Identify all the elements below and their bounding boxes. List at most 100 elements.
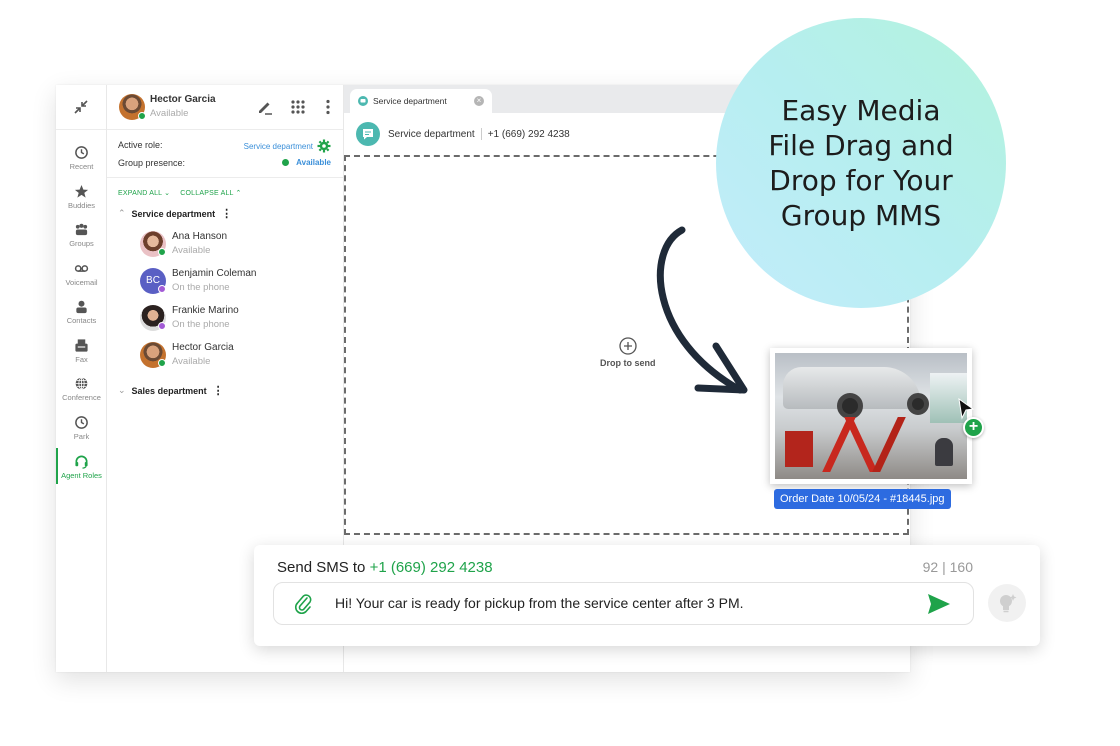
on-phone-status-icon: [158, 322, 166, 330]
lightbulb-sparkle-icon: [1000, 594, 1017, 613]
available-status-dot: [158, 248, 166, 256]
contact-name: Frankie Marino: [172, 305, 239, 316]
history-icon: [75, 146, 88, 159]
globe-icon: [75, 377, 88, 390]
sms-phone: +1 (669) 292 4238: [369, 559, 493, 576]
presence-dot: [282, 159, 290, 166]
promo-text: Easy Media File Drag and Drop for Your G…: [761, 93, 961, 233]
sms-composer: Send SMS to +1 (669) 292 4238 92 | 160 H…: [254, 545, 1040, 646]
message-text[interactable]: Hi! Your car is ready for pickup from th…: [335, 595, 744, 611]
rail-item-agent-roles[interactable]: Agent Roles: [56, 448, 107, 484]
group-name: Sales department: [131, 385, 207, 396]
rail-item-conference[interactable]: Conference: [56, 376, 107, 402]
rail-label: Agent Roles: [61, 471, 102, 480]
user-header: Hector Garcia Available: [107, 85, 343, 130]
contact-name: Ana Hanson: [172, 231, 228, 242]
conversation-phone: +1 (669) 292 4238: [487, 128, 570, 140]
group-more-icon[interactable]: ⋮: [221, 207, 232, 220]
rail-item-fax[interactable]: Fax: [56, 338, 107, 364]
groups-icon: [75, 223, 88, 236]
group-more-icon[interactable]: ⋮: [213, 384, 224, 397]
minimize-icon: [74, 100, 88, 114]
equipment-shape: [785, 431, 813, 467]
group-service-department[interactable]: ⌃ Service department ⋮: [118, 207, 232, 220]
rail-label: Voicemail: [65, 278, 98, 287]
active-role-selector[interactable]: Service department: [244, 139, 331, 153]
voicemail-icon: [74, 265, 89, 272]
rail-item-groups[interactable]: Groups: [56, 222, 107, 248]
more-vertical-icon[interactable]: [319, 98, 337, 116]
rail-item-recent[interactable]: Recent: [56, 145, 107, 171]
curved-arrow-icon: [656, 226, 748, 394]
character-count: 92 | 160: [922, 559, 973, 575]
collapse-all-label: COLLAPSE ALL: [180, 190, 234, 197]
tab-service-department[interactable]: Service department ×: [350, 89, 492, 113]
rail-label: Conference: [62, 393, 101, 402]
message-input[interactable]: Hi! Your car is ready for pickup from th…: [273, 582, 974, 625]
close-tab-icon[interactable]: ×: [474, 96, 484, 106]
contact-icon: [76, 300, 87, 314]
active-role-value[interactable]: Service department: [244, 142, 313, 151]
contact-item[interactable]: Frankie Marino On the phone: [140, 303, 330, 335]
contact-name: Benjamin Coleman: [172, 268, 257, 279]
add-circle-icon: [619, 337, 637, 355]
gear-icon[interactable]: [317, 139, 331, 153]
collapse-button[interactable]: [56, 85, 106, 130]
paperclip-icon[interactable]: [294, 593, 314, 615]
contact-item[interactable]: Ana Hanson Available: [140, 229, 330, 261]
expand-all-label: EXPAND ALL: [118, 190, 163, 197]
promo-line: Group MMS: [780, 199, 942, 232]
group-sales-department[interactable]: ⌄ Sales department ⋮: [118, 384, 224, 397]
rail-item-park[interactable]: Park: [56, 415, 107, 441]
rail-label: Contacts: [66, 316, 97, 325]
fax-icon: [75, 339, 88, 352]
group-presence-selector[interactable]: Available: [282, 158, 331, 167]
headset-icon: [75, 455, 88, 469]
chat-icon: [358, 96, 368, 106]
copy-plus-badge-icon: +: [963, 417, 984, 438]
rail-item-buddies[interactable]: Buddies: [56, 184, 107, 210]
available-status-dot: [158, 359, 166, 367]
star-icon: [74, 184, 89, 198]
rail-label: Recent: [69, 162, 94, 171]
rail-label: Buddies: [67, 201, 96, 210]
collapse-all-button[interactable]: COLLAPSE ALL ⌃: [180, 189, 241, 197]
sms-recipient: Send SMS to +1 (669) 292 4238: [277, 559, 493, 576]
contact-status: On the phone: [172, 282, 230, 293]
rail-label: Park: [73, 432, 90, 441]
separator: [480, 128, 482, 140]
rail-item-contacts[interactable]: Contacts: [56, 299, 107, 325]
contact-item[interactable]: Hector Garcia Available: [140, 340, 330, 372]
user-name: Hector Garcia: [150, 94, 216, 105]
contact-status: Available: [172, 245, 211, 256]
send-icon[interactable]: [927, 593, 951, 615]
contact-status: Available: [172, 356, 211, 367]
rail-item-voicemail[interactable]: Voicemail: [56, 261, 107, 287]
dragged-file-thumbnail[interactable]: [770, 348, 972, 484]
group-presence-label: Group presence:: [118, 158, 186, 168]
user-status: Available: [150, 108, 189, 119]
wheel-shape: [837, 393, 863, 419]
wheel-shape: [907, 393, 929, 415]
active-role-label: Active role:: [118, 140, 163, 150]
dialpad-icon[interactable]: [289, 98, 307, 116]
chat-bubble-icon: [356, 122, 380, 146]
edit-icon[interactable]: [256, 98, 274, 116]
tab-label: Service department: [373, 96, 447, 106]
contact-item[interactable]: BC Benjamin Coleman On the phone: [140, 266, 330, 298]
clock-icon: [75, 416, 88, 429]
rail-label: Groups: [69, 239, 94, 248]
promo-line: Drop for Your: [769, 164, 953, 197]
promo-line: File Drag and: [768, 129, 954, 162]
contact-status: On the phone: [172, 319, 230, 330]
conversation-name: Service department: [388, 128, 475, 140]
sms-prefix: Send SMS to: [277, 559, 366, 576]
group-name: Service department: [131, 208, 216, 219]
expand-all-button[interactable]: EXPAND ALL ⌄: [118, 189, 170, 197]
file-name-label: Order Date 10/05/24 - #18445.jpg: [774, 489, 951, 509]
divider: [107, 177, 343, 178]
rail-label: Fax: [75, 355, 88, 364]
car-photo: [775, 353, 967, 479]
ai-suggest-button[interactable]: [988, 584, 1026, 622]
group-presence-value[interactable]: Available: [296, 158, 331, 167]
